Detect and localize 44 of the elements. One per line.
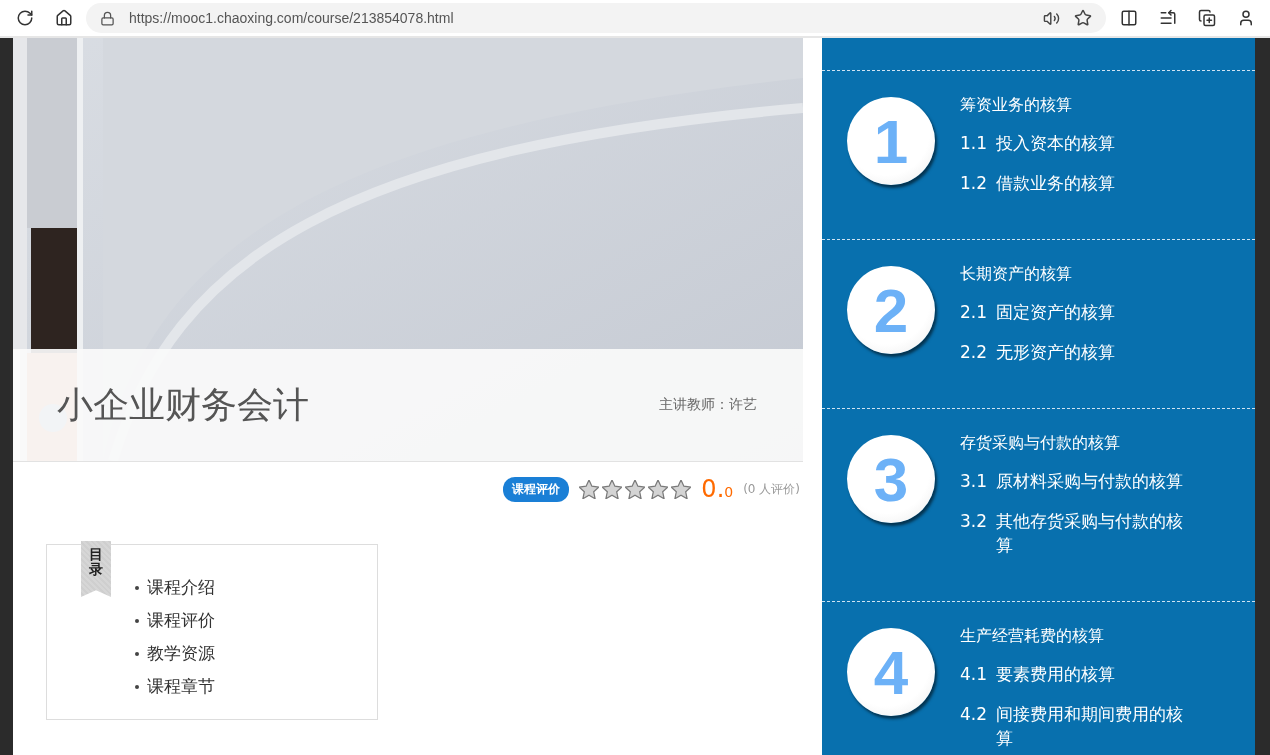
section-number: 2.2 (960, 341, 989, 364)
section-title[interactable]: 原材料采购与付款的核算 (996, 469, 1183, 493)
section-number: 4.2 (960, 703, 989, 726)
star-icon (602, 479, 623, 499)
section-number: 2.1 (960, 301, 989, 324)
section-number: 3.1 (960, 470, 989, 493)
review-count: (0 人评价) (743, 480, 800, 498)
section-number: 1.1 (960, 132, 989, 155)
contents-link[interactable]: 课程评价 (147, 609, 215, 632)
section-title[interactable]: 无形资产的核算 (996, 340, 1115, 364)
chapter-title[interactable]: 长期资产的核算 (960, 264, 1195, 284)
chapter-number: 2 (847, 266, 935, 354)
contents-link[interactable]: 教学资源 (147, 642, 215, 665)
star-icon (625, 479, 646, 499)
address-bar[interactable]: https://mooc1.chaoxing.com/course/213854078.html (86, 3, 1106, 33)
rating-label: 课程评价 (503, 476, 570, 502)
section-title[interactable]: 间接费用和期间费用的核算 (996, 702, 1195, 750)
chapter-number: 4 (847, 628, 935, 716)
teacher-name: 主讲教师：许艺 (659, 396, 757, 414)
star-icon (648, 479, 669, 499)
chapter-number: 3 (847, 435, 935, 523)
contents-link[interactable]: 课程介绍 (147, 576, 215, 599)
lock-icon (100, 10, 115, 26)
section-title[interactable]: 投入资本的核算 (996, 131, 1115, 155)
star-icon (671, 479, 692, 499)
section-number: 1.2 (960, 172, 989, 195)
section-number: 3.2 (960, 510, 989, 533)
contents-ribbon: 目录 (81, 541, 111, 597)
rating-score: 0.0 (701, 475, 734, 503)
url-text: https://mooc1.chaoxing.com/course/213854078.html (129, 10, 455, 26)
section-number: 4.1 (960, 663, 989, 686)
section-title[interactable]: 其他存货采购与付款的核算 (996, 509, 1195, 557)
chapter-title[interactable]: 筹资业务的核算 (960, 95, 1195, 115)
course-title: 小企业财务会计 (57, 382, 309, 427)
contents-link[interactable]: 课程章节 (147, 675, 215, 698)
add-favorite-icon[interactable] (1074, 9, 1092, 27)
section-title[interactable]: 要素费用的核算 (996, 662, 1115, 686)
section-title[interactable]: 借款业务的核算 (996, 171, 1115, 195)
chapter-title[interactable]: 生产经营耗费的核算 (960, 626, 1195, 646)
star-icon (579, 479, 600, 499)
chapter-number: 1 (847, 97, 935, 185)
chapter-title[interactable]: 存货采购与付款的核算 (960, 433, 1195, 453)
section-title[interactable]: 固定资产的核算 (996, 300, 1115, 324)
read-aloud-icon[interactable] (1043, 9, 1060, 27)
